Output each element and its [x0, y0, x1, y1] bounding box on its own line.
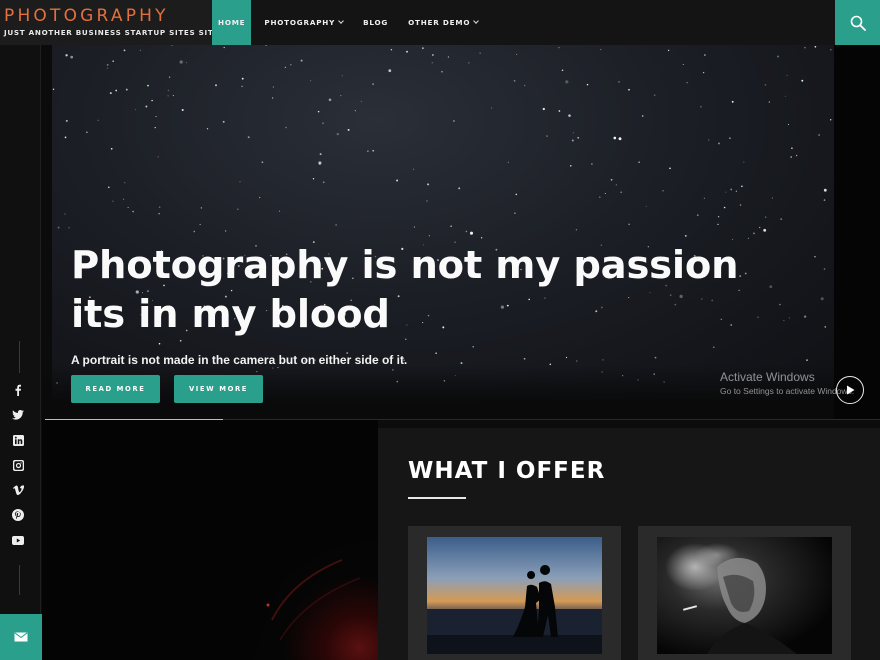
wedding-sunset-photo[interactable]	[427, 537, 602, 654]
hero-edge	[42, 45, 52, 420]
watermark-subtitle: Go to Settings to activate Windows.	[720, 386, 855, 396]
nav-item-other-demo[interactable]: OTHER DEMO	[401, 0, 485, 45]
main-nav: HOME PHOTOGRAPHY BLOG OTHER DEMO	[212, 0, 485, 45]
nav-item-label: OTHER DEMO	[408, 18, 471, 27]
site-tagline: JUST ANOTHER BUSINESS STARTUP SITES SITE	[4, 28, 220, 37]
hero-right-edge	[834, 45, 880, 420]
play-icon	[847, 385, 855, 395]
nav-item-photography[interactable]: PHOTOGRAPHY	[257, 0, 350, 45]
nav-item-label: BLOG	[363, 18, 389, 27]
sidebar-divider-top	[19, 341, 20, 373]
linkedin-icon[interactable]	[11, 433, 25, 447]
nav-item-blog[interactable]: BLOG	[356, 0, 395, 45]
sidebar-divider-bottom	[19, 565, 20, 595]
site-brand[interactable]: PHOTOGRAPHY JUST ANOTHER BUSINESS STARTU…	[0, 0, 220, 45]
section-title: WHAT I OFFER	[408, 458, 606, 484]
hero-title-line-2: its in my blood	[71, 292, 390, 337]
feature-image	[42, 420, 378, 660]
hero-title: Photography is not my passion its in my …	[71, 241, 739, 339]
nav-item-label: PHOTOGRAPHY	[264, 18, 336, 27]
play-button[interactable]	[836, 376, 864, 404]
smoker-portrait-photo[interactable]	[657, 537, 832, 654]
nav-item-label: HOME	[218, 18, 246, 27]
hero-banner: Photography is not my passion its in my …	[42, 45, 880, 420]
view-more-button[interactable]: VIEW MORE	[174, 375, 263, 403]
watermark-title: Activate Windows	[720, 370, 815, 384]
social-sidebar	[0, 45, 41, 615]
activate-windows-watermark: Activate Windows Go to Settings to activ…	[720, 370, 854, 396]
mail-icon	[14, 632, 28, 642]
instagram-icon[interactable]	[11, 458, 25, 472]
youtube-icon[interactable]	[11, 533, 25, 547]
offer-section: WHAT I OFFER	[378, 428, 880, 660]
chevron-down-icon	[338, 18, 344, 24]
read-more-button[interactable]: READ MORE	[71, 375, 160, 403]
contact-mail-button[interactable]	[0, 614, 42, 660]
twitter-icon[interactable]	[11, 408, 25, 422]
search-button[interactable]	[835, 0, 880, 45]
feature-image-art	[42, 420, 378, 660]
site-title[interactable]: PHOTOGRAPHY	[4, 6, 212, 26]
vimeo-icon[interactable]	[11, 483, 25, 497]
hero-subtitle: A portrait is not made in the camera but…	[71, 353, 408, 367]
title-underline	[408, 497, 466, 499]
offer-card[interactable]	[638, 526, 851, 660]
pinterest-icon[interactable]	[11, 508, 25, 522]
facebook-icon[interactable]	[11, 383, 25, 397]
hero-title-line-1: Photography is not my passion	[71, 243, 739, 288]
site-header: PHOTOGRAPHY JUST ANOTHER BUSINESS STARTU…	[0, 0, 880, 45]
search-icon	[850, 15, 866, 31]
chevron-down-icon	[473, 18, 480, 24]
nav-item-home[interactable]: HOME	[212, 0, 252, 45]
offer-card[interactable]	[408, 526, 621, 660]
